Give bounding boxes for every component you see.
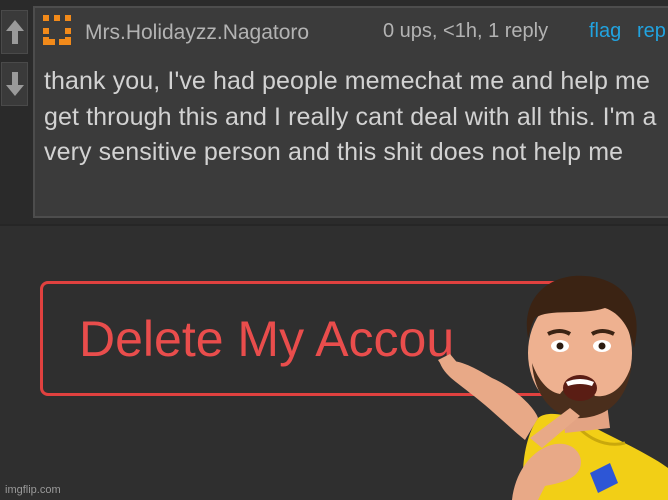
comment-box: Mrs.Holidayzz.Nagatoro 0 ups, <1h, 1 rep… (33, 6, 668, 218)
section-divider (0, 224, 668, 226)
user-avatar[interactable] (43, 15, 71, 45)
downvote-button[interactable] (1, 62, 28, 106)
vote-column (0, 0, 30, 224)
arrow-up-icon (5, 20, 24, 44)
comment-text: thank you, I've had people memechat me a… (44, 67, 657, 166)
pointing-person-image (438, 275, 668, 500)
imgflip-watermark: imgflip.com (5, 484, 61, 496)
reply-link[interactable]: rep (637, 20, 666, 43)
comment-section: Mrs.Holidayzz.Nagatoro 0 ups, <1h, 1 rep… (0, 0, 668, 224)
upvote-button[interactable] (1, 10, 28, 54)
delete-account-label: Delete My Accou (79, 311, 455, 367)
flag-link[interactable]: flag (589, 20, 621, 43)
comment-username[interactable]: Mrs.Holidayzz.Nagatoro (85, 21, 309, 45)
comment-meta: 0 ups, <1h, 1 reply (383, 20, 549, 42)
arrow-down-icon (5, 72, 24, 96)
